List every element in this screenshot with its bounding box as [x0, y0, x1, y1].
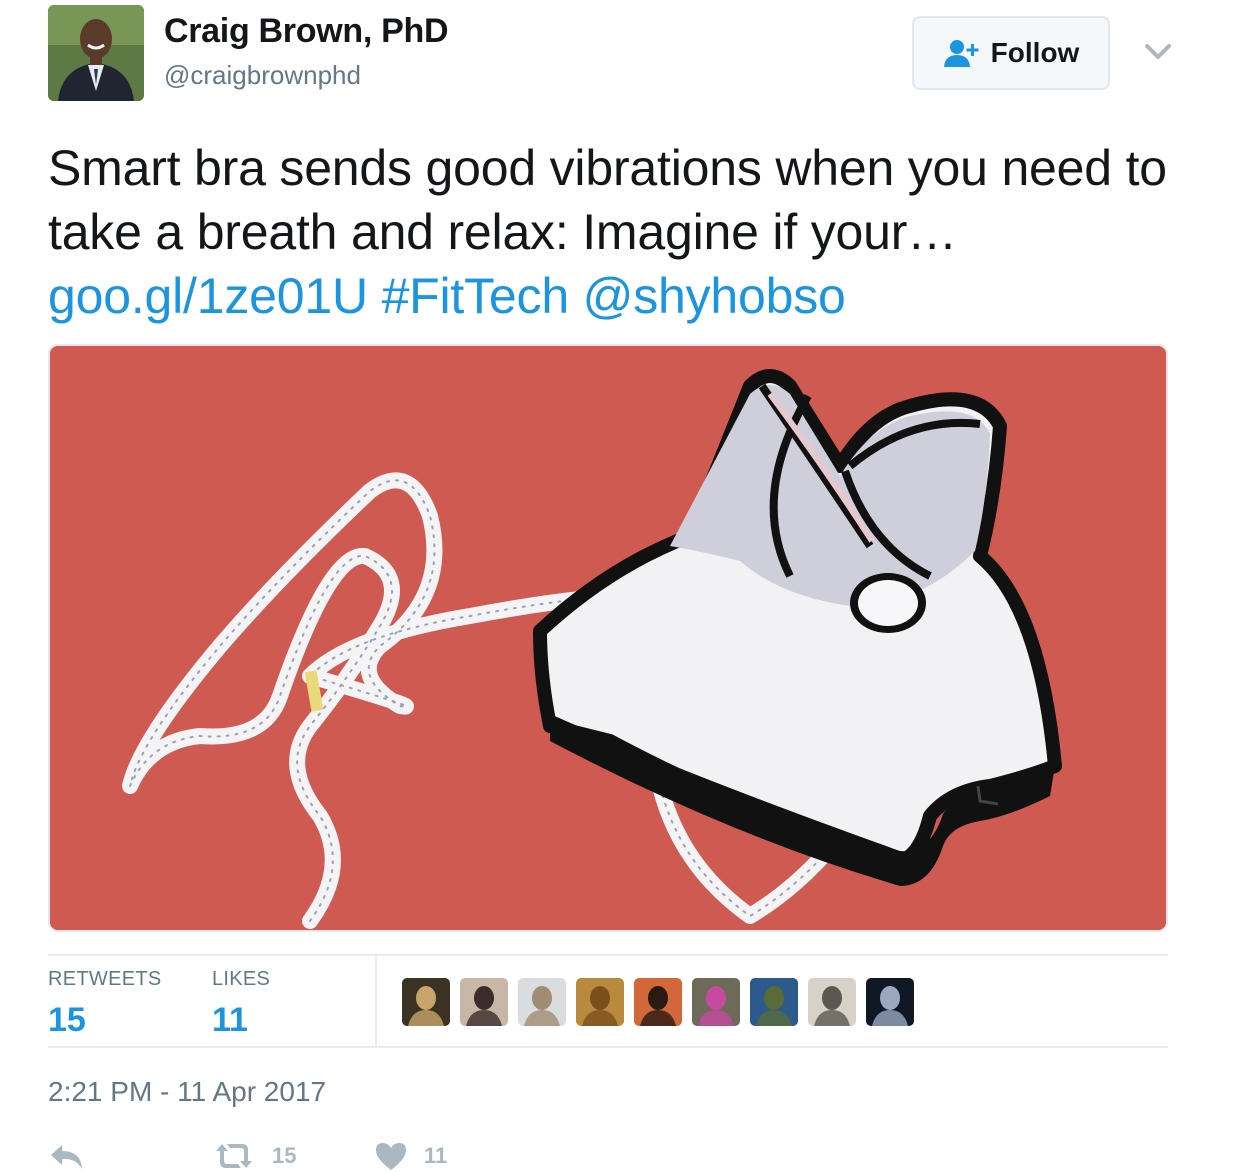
liker-avatars: [402, 978, 914, 1026]
tweet-media-image[interactable]: [48, 344, 1168, 932]
liker-avatar[interactable]: [866, 978, 914, 1026]
smart-bra-photo: [50, 346, 1166, 930]
retweet-count: 15: [272, 1143, 297, 1168]
retweets-label: RETWEETS: [48, 968, 162, 990]
tweet-stats: RETWEETS 15 LIKES 11: [48, 954, 1168, 1048]
retweets-count: 15: [48, 1001, 86, 1039]
liker-avatar[interactable]: [750, 978, 798, 1026]
liker-avatar[interactable]: [460, 978, 508, 1026]
follow-button[interactable]: Follow: [912, 16, 1110, 90]
likes-count: 11: [212, 1001, 248, 1039]
reply-icon: [51, 1145, 82, 1169]
more-options-chevron-icon[interactable]: [1140, 38, 1176, 66]
reply-button[interactable]: [48, 1140, 86, 1172]
follow-button-label: Follow: [990, 37, 1080, 68]
retweet-icon: [216, 1144, 252, 1168]
retweet-button[interactable]: 15: [212, 1140, 296, 1172]
tweet-text: Smart bra sends good vibrations when you…: [48, 136, 1168, 328]
author-avatar-image: [48, 5, 144, 101]
author-handle[interactable]: @craigbrownphd: [164, 60, 361, 91]
author-avatar[interactable]: [48, 5, 144, 101]
tweet-body: Smart bra sends good vibrations when you…: [48, 140, 1167, 260]
liker-avatar[interactable]: [576, 978, 624, 1026]
like-count: 11: [424, 1143, 448, 1168]
tweet-hashtag[interactable]: #FitTech: [382, 268, 570, 324]
tweet-link[interactable]: goo.gl/1ze01U: [48, 268, 368, 324]
liker-avatar[interactable]: [634, 978, 682, 1026]
tweet-timestamp[interactable]: 2:21 PM - 11 Apr 2017: [48, 1076, 326, 1108]
author-name[interactable]: Craig Brown, PhD: [164, 12, 449, 51]
tweet-card: Craig Brown, PhD @craigbrownphd Follow S…: [0, 0, 1240, 1172]
liker-avatar[interactable]: [808, 978, 856, 1026]
heart-icon: [376, 1143, 406, 1170]
retweets-stat[interactable]: RETWEETS 15: [48, 968, 162, 1040]
likes-label: LIKES: [212, 968, 271, 990]
liker-avatar[interactable]: [402, 978, 450, 1026]
like-button[interactable]: 11: [374, 1140, 447, 1172]
liker-avatar[interactable]: [518, 978, 566, 1026]
liker-avatar[interactable]: [692, 978, 740, 1026]
likes-stat[interactable]: LIKES 11: [212, 968, 270, 1040]
tweet-actions: 15 11: [48, 1140, 748, 1172]
stats-divider: [375, 956, 377, 1048]
follow-user-icon: [943, 40, 979, 67]
tweet-mention[interactable]: @shyhobso: [583, 268, 846, 324]
